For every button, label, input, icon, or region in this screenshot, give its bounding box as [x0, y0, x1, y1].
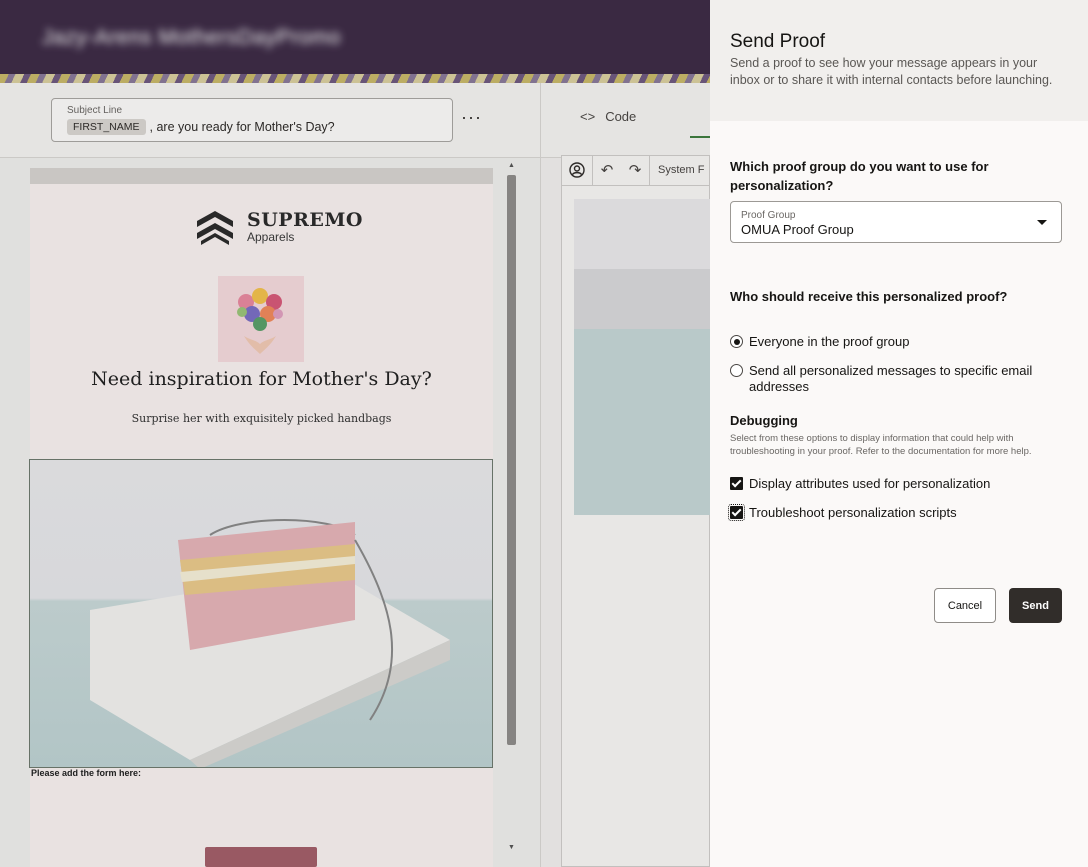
radio-everyone-label: Everyone in the proof group	[749, 334, 910, 349]
checkbox-display-attributes[interactable]: Display attributes used for personalizat…	[730, 476, 990, 491]
proof-group-value: OMUA Proof Group	[741, 222, 854, 237]
drawer-header: Send Proof Send a proof to see how your …	[710, 0, 1088, 121]
cancel-button[interactable]: Cancel	[934, 588, 996, 623]
checkbox-troubleshoot-scripts[interactable]: Troubleshoot personalization scripts	[728, 504, 957, 521]
checkbox-display-attributes-label: Display attributes used for personalizat…	[749, 476, 991, 491]
dropdown-caret-icon	[1037, 220, 1047, 225]
proof-group-question: Which proof group do you want to use for…	[730, 159, 989, 193]
proof-group-label: Proof Group	[741, 210, 796, 221]
checkbox-checked[interactable]	[730, 477, 743, 490]
checkbox-troubleshoot-scripts-label: Troubleshoot personalization scripts	[749, 505, 957, 520]
drawer-title: Send Proof	[730, 31, 826, 52]
checkbox-checked-focused[interactable]	[728, 504, 745, 521]
recipient-question: Who should receive this personalized pro…	[730, 289, 1008, 304]
debugging-heading: Debugging	[730, 413, 798, 428]
radio-everyone-in-group[interactable]: Everyone in the proof group	[730, 334, 909, 350]
modal-backdrop[interactable]	[0, 0, 710, 867]
radio-button-selected[interactable]	[730, 335, 743, 348]
drawer-description: Send a proof to see how your message app…	[730, 56, 1053, 87]
proof-group-select[interactable]: Proof Group OMUA Proof Group	[730, 201, 1062, 243]
radio-specific-emails-label: Send all personalized messages to specif…	[749, 363, 1033, 394]
radio-specific-emails[interactable]: Send all personalized messages to specif…	[730, 363, 1050, 395]
radio-button-unselected[interactable]	[730, 364, 743, 377]
debugging-description: Select from these options to display inf…	[730, 433, 1032, 457]
send-button[interactable]: Send	[1009, 588, 1062, 623]
send-proof-drawer: Send Proof Send a proof to see how your …	[710, 0, 1088, 867]
